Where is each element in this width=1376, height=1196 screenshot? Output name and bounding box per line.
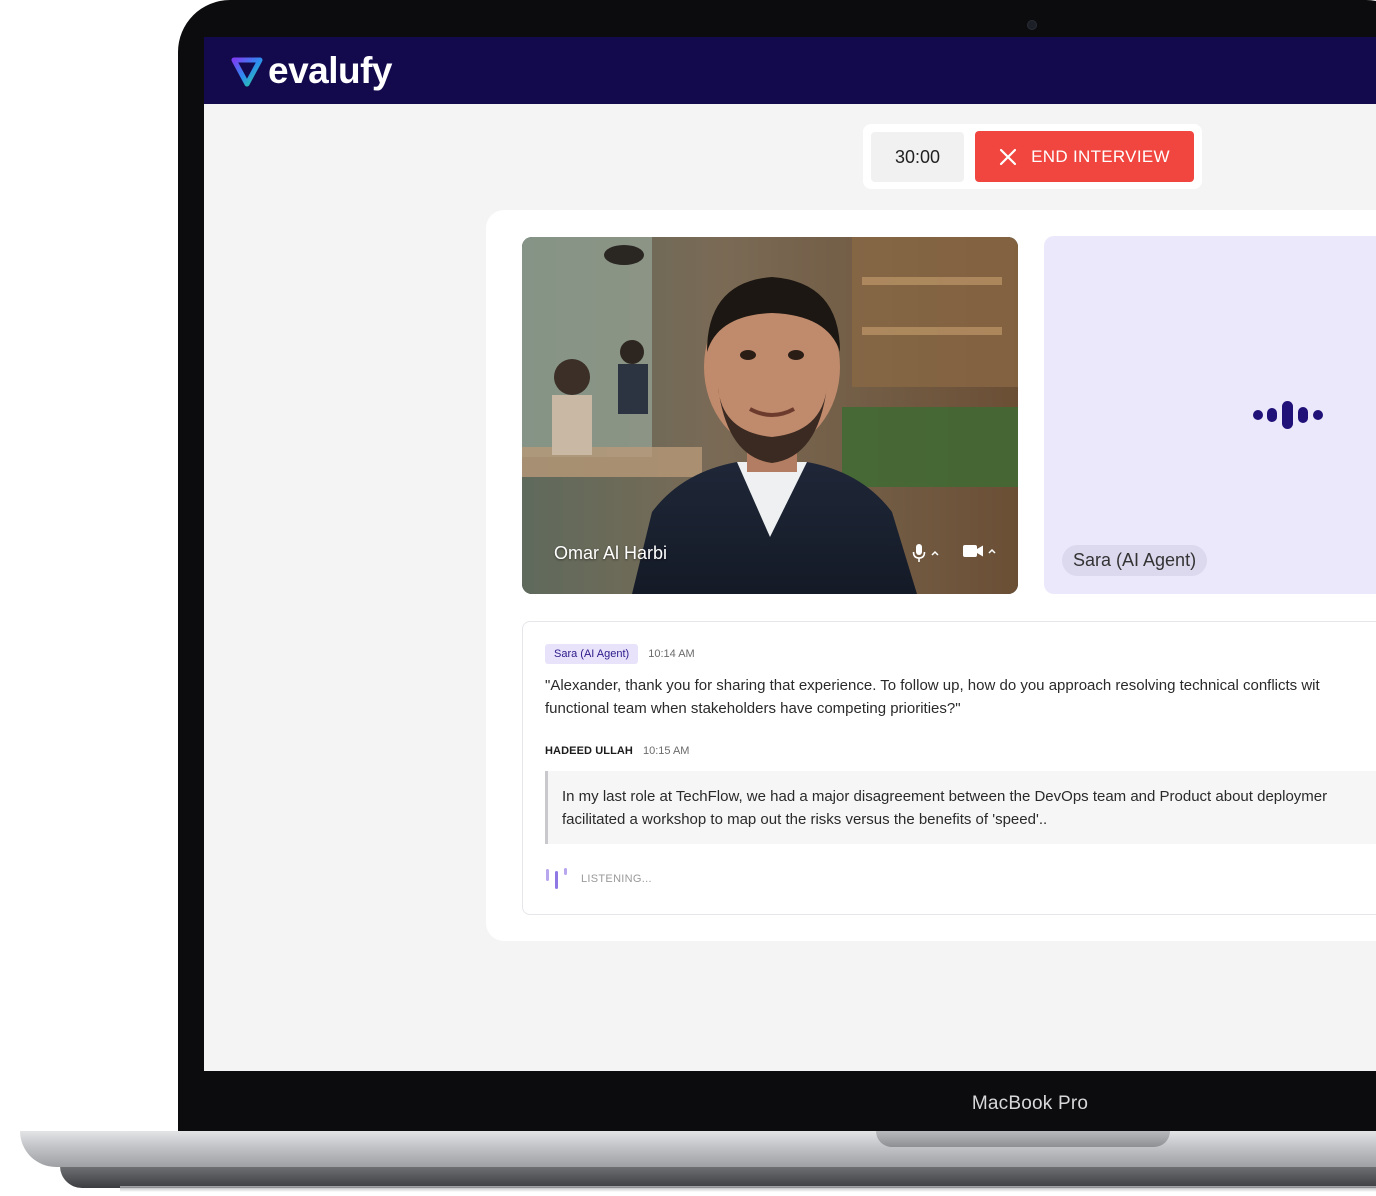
brand-mark-icon	[231, 57, 263, 87]
candidate-video-tile: Omar Al Harbi	[522, 237, 1018, 594]
agent-name-chip: Sara (AI Agent)	[1062, 545, 1208, 576]
candidate-message-text: In my last role at TechFlow, we had a ma…	[562, 785, 1376, 831]
message-line: functional team when stakeholders have c…	[545, 700, 961, 717]
brand-name: evalufy	[268, 50, 393, 91]
end-interview-label: END INTERVIEW	[1031, 146, 1170, 166]
laptop-notch	[876, 1131, 1170, 1147]
laptop-base-shadow	[60, 1166, 1376, 1188]
end-interview-button[interactable]: END INTERVIEW	[975, 131, 1194, 182]
message-meta: HADEED ULLAH 10:15 AM	[545, 745, 689, 757]
interview-controls: 30:00 END INTERVIEW	[863, 124, 1202, 189]
message-line: facilitated a workshop to map out the ri…	[562, 811, 1048, 828]
message-time: 10:15 AM	[642, 745, 690, 757]
laptop-base-reflection	[120, 1186, 1376, 1192]
brand-logo[interactable]: evalufy	[230, 50, 393, 91]
camera-control[interactable]	[963, 544, 997, 558]
chevron-up-icon[interactable]	[987, 547, 997, 555]
message-meta: Sara (AI Agent) 10:14 AM	[545, 644, 695, 664]
agent-video-tile: Sara (AI Agent)	[1044, 236, 1376, 594]
speaker-name-candidate: HADEED ULLAH	[545, 745, 633, 757]
listening-status: LISTENING...	[581, 873, 652, 885]
close-icon	[999, 148, 1017, 166]
listening-indicator: LISTENING...	[545, 867, 652, 891]
device-model-label: MacBook Pro	[971, 1093, 1089, 1114]
listening-bars-icon	[546, 868, 567, 889]
microphone-icon	[912, 544, 926, 562]
speaker-tag-agent: Sara (AI Agent)	[545, 644, 639, 664]
app-screen: evalufy 30:00 END INTERVIEW Omar Al Harb…	[204, 37, 1376, 1071]
interview-timer: 30:00	[871, 132, 964, 182]
audio-wave-icon	[1253, 401, 1323, 429]
webcam	[1027, 20, 1037, 30]
app-header: evalufy	[204, 37, 1376, 104]
laptop-base	[20, 1131, 1376, 1167]
video-camera-icon	[963, 545, 983, 557]
mic-control[interactable]	[912, 544, 940, 562]
interview-card: Omar Al Harbi Sara (AI Agent) Sara (AI A…	[486, 210, 1376, 941]
message-line: "Alexander, thank you for sharing that e…	[545, 677, 1320, 694]
candidate-video-frame	[522, 237, 1018, 594]
message-line: In my last role at TechFlow, we had a ma…	[562, 788, 1328, 805]
agent-message: "Alexander, thank you for sharing that e…	[545, 674, 1376, 720]
message-time: 10:14 AM	[648, 648, 695, 660]
transcript-panel: Sara (AI Agent) 10:14 AM "Alexander, tha…	[522, 621, 1376, 915]
chevron-up-icon[interactable]	[930, 549, 940, 557]
candidate-message: In my last role at TechFlow, we had a ma…	[545, 771, 1376, 844]
candidate-name-label: Omar Al Harbi	[554, 543, 668, 563]
